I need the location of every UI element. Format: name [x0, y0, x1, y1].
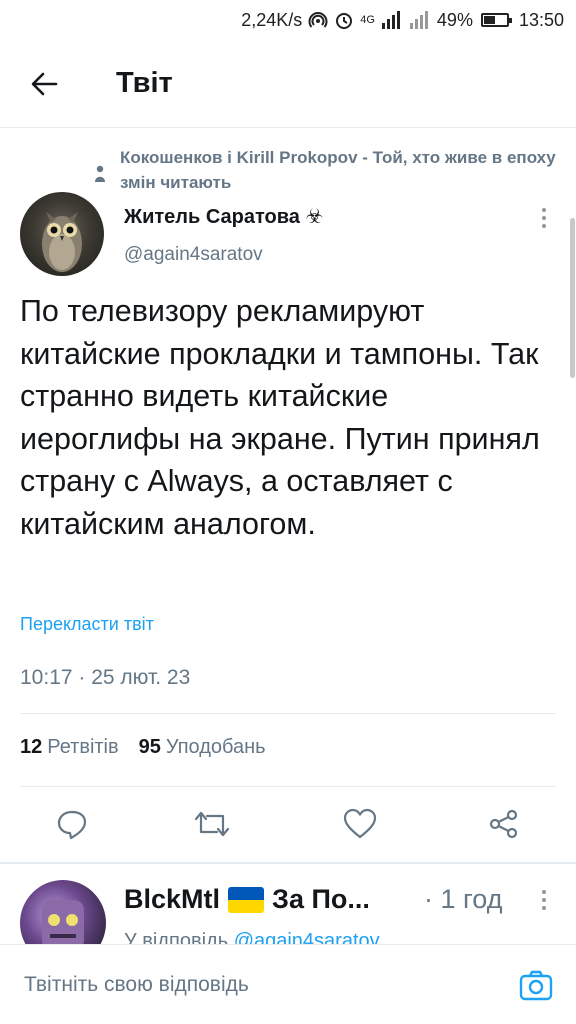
divider	[20, 713, 556, 714]
retweets-stat[interactable]: 12 Ретвітів	[20, 736, 119, 759]
more-dot	[542, 224, 546, 228]
battery-percent: 49%	[436, 9, 473, 30]
arrow-left-icon	[31, 72, 58, 95]
likes-label: Уподобань	[165, 736, 266, 758]
clock: 13:50	[518, 9, 564, 30]
reply-button[interactable]	[48, 800, 96, 848]
top-app-bar: Твіт	[0, 40, 576, 128]
author-handle[interactable]: @again4saratov	[124, 244, 263, 266]
tweet-actions	[0, 800, 576, 848]
translate-tweet-link[interactable]: Перекласти твіт	[20, 614, 154, 635]
reply-author-name-text: BlckMtl	[124, 884, 221, 914]
page-title: Твіт	[116, 67, 173, 99]
tweet-text: По телевизору рекламируют китайские прок…	[20, 294, 540, 541]
share-icon	[489, 809, 518, 839]
more-dot	[542, 216, 546, 220]
author-avatar[interactable]	[20, 192, 104, 276]
reply-compose-bar: Твітніть свою відповідь	[0, 944, 576, 1024]
more-dot	[542, 208, 546, 212]
likes-count: 95	[138, 736, 161, 758]
section-divider	[0, 862, 576, 864]
social-context: Кокошенков і Kirill Prokopov - Той, хто …	[0, 145, 576, 195]
reply-time[interactable]: · 1 год	[424, 884, 502, 915]
hotspot-icon	[308, 10, 328, 30]
reply-more-options-button[interactable]	[532, 884, 556, 916]
tweet-timestamp[interactable]: 10:17 · 25 лют. 23	[20, 666, 190, 690]
more-dot	[542, 906, 546, 910]
retweets-label: Ретвітів	[47, 736, 119, 758]
network-speed: 2,24K/s	[241, 9, 303, 30]
more-dot	[542, 898, 546, 902]
battery-icon	[480, 13, 512, 27]
signal-weak-icon	[409, 11, 431, 29]
camera-button[interactable]	[518, 967, 554, 1003]
scrollbar[interactable]	[570, 218, 575, 378]
more-options-button[interactable]	[530, 200, 558, 236]
reply-author-name-suffix: За По...	[272, 884, 370, 914]
author-name[interactable]: Житель Саратова ☣	[124, 204, 323, 229]
social-context-text[interactable]: Кокошенков і Kirill Prokopov - Той, хто …	[120, 145, 570, 195]
reply-author-name[interactable]: BlckMtl За По...	[124, 884, 370, 915]
alarm-icon	[334, 10, 354, 30]
ukraine-flag-icon	[228, 886, 265, 913]
share-button[interactable]	[480, 800, 528, 848]
more-dot	[542, 890, 546, 894]
tweet-stats: 12 Ретвітів 95 Уподобань	[20, 736, 266, 759]
signal-icon	[381, 11, 403, 29]
like-button[interactable]	[336, 800, 384, 848]
reply-input[interactable]: Твітніть свою відповідь	[24, 973, 249, 997]
back-button[interactable]	[14, 54, 74, 114]
retweet-button[interactable]	[188, 800, 236, 848]
divider	[20, 786, 556, 787]
network-type: 4G	[360, 14, 375, 26]
person-icon	[0, 145, 120, 195]
likes-stat[interactable]: 95 Уподобань	[139, 736, 266, 759]
retweet-icon	[194, 811, 230, 837]
retweets-count: 12	[20, 736, 43, 758]
camera-icon	[519, 970, 553, 1001]
status-bar: 2,24K/s 4G 49% 13:50	[0, 0, 576, 40]
reply-icon	[57, 810, 87, 840]
heart-icon	[343, 808, 377, 839]
